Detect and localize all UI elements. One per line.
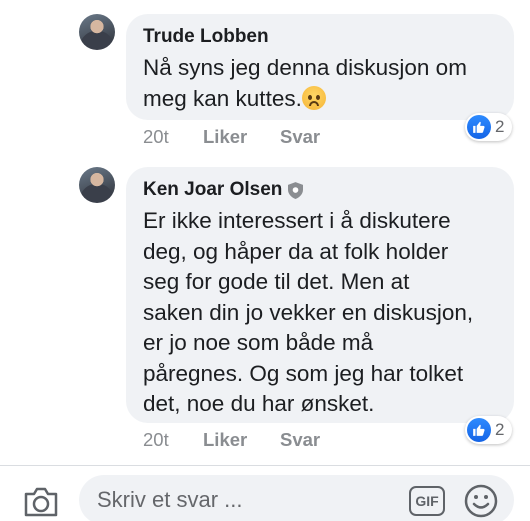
timestamp[interactable]: 20t [143, 126, 203, 148]
avatar[interactable] [79, 167, 115, 203]
reply-button[interactable]: Svar [280, 126, 320, 148]
author-name[interactable]: Ken Joar Olsen [143, 177, 282, 203]
reaction-count: 2 [495, 117, 505, 136]
reaction-summary[interactable]: 2 [465, 416, 513, 444]
comment-line: påregnes. Og som jeg har tolket [143, 360, 464, 386]
comment-line: deg, og håper da at folk holder [143, 238, 449, 264]
comment-actions: 20t Liker Svar [143, 429, 320, 451]
comment-actions: 20t Liker Svar [143, 126, 320, 148]
reply-input[interactable] [79, 475, 514, 521]
reply-composer: GIF [0, 466, 530, 521]
comment-line: seg for gode til det. Men at [143, 269, 410, 294]
comment-line: saken din jo vekker en diskusjon, [143, 299, 474, 325]
timestamp[interactable]: 20t [143, 429, 203, 451]
reaction-count: 2 [495, 420, 505, 439]
comment-author[interactable]: Ken Joar Olsen [143, 177, 496, 203]
reaction-summary[interactable]: 2 [465, 113, 513, 141]
comment-line: det, noe du har ønsket. [143, 391, 375, 416]
reply-button[interactable]: Svar [280, 429, 320, 451]
comment-line: er jo noe som både må [143, 330, 374, 355]
like-button[interactable]: Liker [203, 126, 280, 148]
author-name[interactable]: Trude Lobben [143, 24, 269, 50]
comment-bubble: Trude Lobben Nå syns jeg denna diskusjon… [126, 14, 514, 120]
shield-icon [288, 181, 304, 199]
comment-text: Er ikke interessert i å diskutere deg, o… [143, 206, 496, 420]
comment-line: meg kan kuttes. [143, 85, 302, 111]
thumbs-up-icon [467, 115, 491, 139]
comment-line: Nå syns jeg denna diskusjon om [143, 55, 467, 80]
comment-text: Nå syns jeg denna diskusjon om meg kan k… [143, 53, 496, 114]
like-button[interactable]: Liker [203, 429, 280, 451]
frowning-face-icon [301, 85, 326, 110]
comment-line-with-emoji: meg kan kuttes. [143, 84, 496, 115]
thumbs-up-icon [467, 418, 491, 442]
smiley-icon[interactable] [464, 484, 498, 518]
comment-line: Er ikke interessert i å diskutere [143, 208, 451, 233]
comment-bubble: Ken Joar Olsen Er ikke interessert i å d… [126, 167, 514, 423]
gif-button[interactable]: GIF [409, 486, 445, 516]
camera-icon[interactable] [23, 486, 59, 518]
comment-author[interactable]: Trude Lobben [143, 24, 496, 50]
avatar[interactable] [79, 14, 115, 50]
gif-label: GIF [415, 493, 439, 509]
